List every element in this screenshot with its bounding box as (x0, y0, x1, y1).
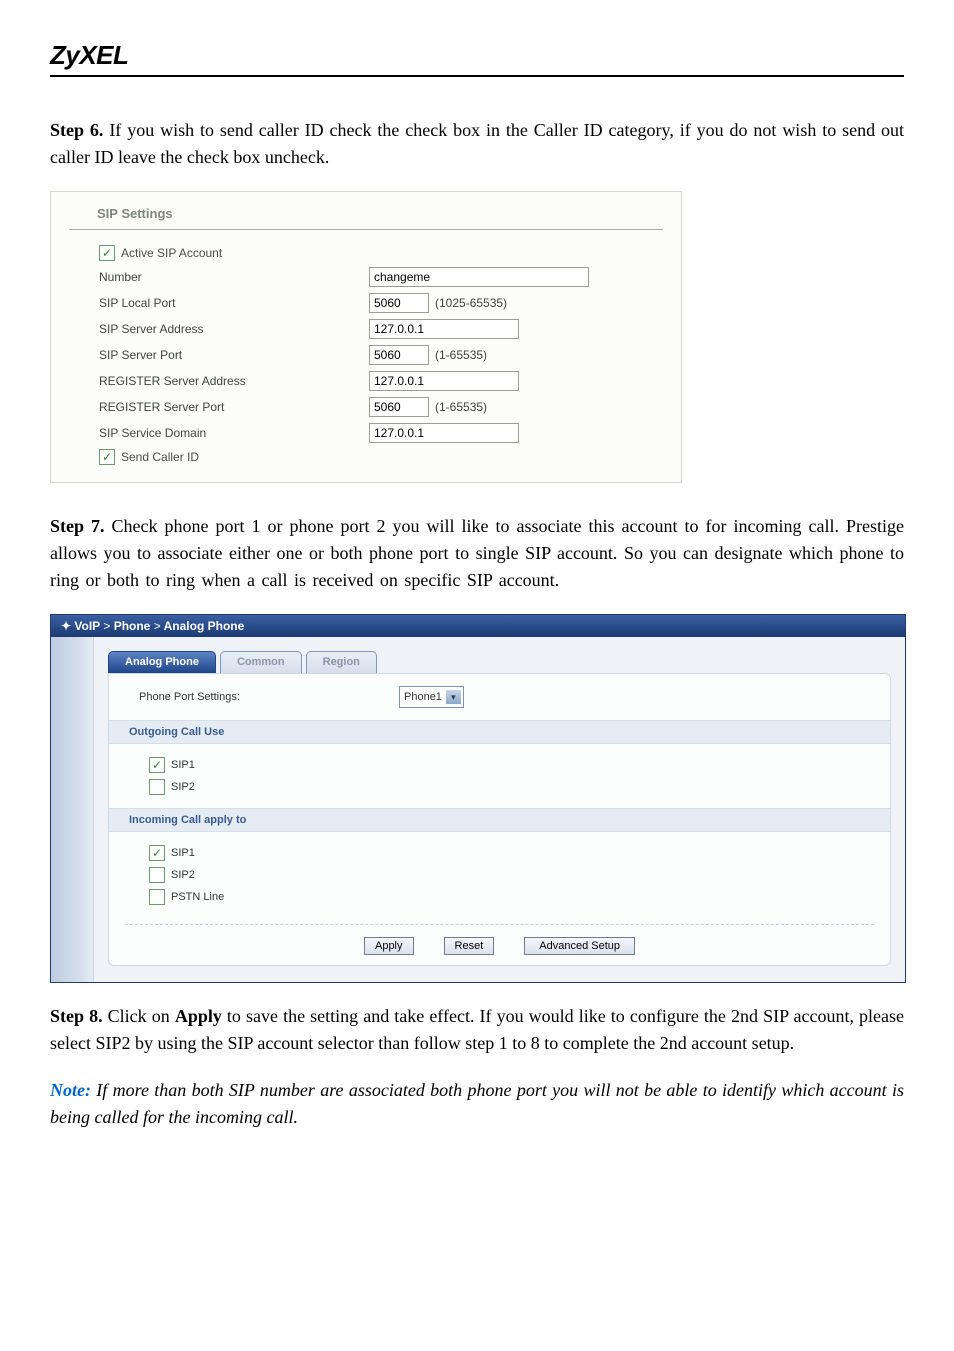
step8-paragraph: Step 8. Click on Apply to save the setti… (50, 1003, 904, 1057)
sip-server-port-range: (1-65535) (435, 348, 487, 362)
incoming-sip1-checkbox[interactable]: ✓ (149, 845, 165, 861)
step7-label: Step 7. (50, 516, 105, 536)
step8-apply-word: Apply (175, 1006, 222, 1026)
voip-breadcrumb-bar: ✦ VoIP > Phone > Analog Phone (51, 615, 905, 637)
active-sip-label: Active SIP Account (121, 246, 222, 260)
outgoing-sip2-checkbox[interactable] (149, 779, 165, 795)
register-server-port-input[interactable] (369, 397, 429, 417)
step8-text-a: Click on (108, 1006, 175, 1026)
voip-panel: ✦ VoIP > Phone > Analog Phone Analog Pho… (50, 614, 906, 983)
note-paragraph: Note: If more than both SIP number are a… (50, 1077, 904, 1131)
sip-server-port-label: SIP Server Port (99, 348, 369, 362)
register-server-address-label: REGISTER Server Address (99, 374, 369, 388)
breadcrumb-sep2: > (154, 619, 161, 633)
number-label: Number (99, 270, 369, 284)
incoming-sip2-checkbox[interactable] (149, 867, 165, 883)
step8-label: Step 8. (50, 1006, 103, 1026)
send-caller-id-checkbox[interactable]: ✓ (99, 449, 115, 465)
sip-service-domain-label: SIP Service Domain (99, 426, 369, 440)
breadcrumb-icon: ✦ (61, 619, 71, 633)
register-server-port-label: REGISTER Server Port (99, 400, 369, 414)
sip-local-port-label: SIP Local Port (99, 296, 369, 310)
outgoing-header: Outgoing Call Use (109, 720, 890, 744)
sip-server-address-input[interactable] (369, 319, 519, 339)
step6-text: If you wish to send caller ID check the … (50, 120, 904, 167)
active-sip-checkbox[interactable]: ✓ (99, 245, 115, 261)
sip-local-port-range: (1025-65535) (435, 296, 507, 310)
brand-logo: ZyXEL (50, 40, 904, 77)
tab-analog-phone[interactable]: Analog Phone (108, 651, 216, 673)
outgoing-sip1-label: SIP1 (171, 759, 195, 771)
sip-settings-panel: SIP Settings ✓ Active SIP Account Number… (50, 191, 682, 483)
register-server-address-input[interactable] (369, 371, 519, 391)
sip-local-port-input[interactable] (369, 293, 429, 313)
sip-server-address-label: SIP Server Address (99, 322, 369, 336)
incoming-sip1-label: SIP1 (171, 847, 195, 859)
tab-common[interactable]: Common (220, 651, 302, 673)
send-caller-id-label: Send Caller ID (121, 450, 199, 464)
advanced-setup-button[interactable]: Advanced Setup (524, 937, 635, 955)
register-server-port-range: (1-65535) (435, 400, 487, 414)
outgoing-sip1-checkbox[interactable]: ✓ (149, 757, 165, 773)
incoming-header: Incoming Call apply to (109, 808, 890, 832)
breadcrumb-sep1: > (103, 619, 110, 633)
step7-text: Check phone port 1 or phone port 2 you w… (50, 516, 904, 590)
reset-button[interactable]: Reset (444, 937, 495, 955)
voip-tabs: Analog Phone Common Region (94, 637, 905, 673)
sip-service-domain-input[interactable] (369, 423, 519, 443)
step6-paragraph: Step 6. If you wish to send caller ID ch… (50, 117, 904, 171)
note-label: Note: (50, 1080, 91, 1100)
step7-paragraph: Step 7. Check phone port 1 or phone port… (50, 513, 904, 594)
number-input[interactable] (369, 267, 589, 287)
incoming-pstn-checkbox[interactable] (149, 889, 165, 905)
phone-port-label: Phone Port Settings: (129, 691, 399, 703)
tab-region[interactable]: Region (306, 651, 377, 673)
phone-port-select[interactable]: Phone1 ▾ (399, 686, 464, 708)
apply-button[interactable]: Apply (364, 937, 414, 955)
note-text: If more than both SIP number are associa… (50, 1080, 904, 1127)
incoming-pstn-label: PSTN Line (171, 891, 224, 903)
voip-side-gradient (51, 637, 93, 982)
outgoing-sip2-label: SIP2 (171, 781, 195, 793)
sip-server-port-input[interactable] (369, 345, 429, 365)
incoming-sip2-label: SIP2 (171, 869, 195, 881)
step6-label: Step 6. (50, 120, 103, 140)
breadcrumb-phone[interactable]: Phone (114, 619, 151, 633)
chevron-down-icon: ▾ (446, 690, 461, 704)
breadcrumb-voip[interactable]: VoIP (74, 619, 100, 633)
phone-port-value: Phone1 (404, 691, 442, 703)
sip-settings-title: SIP Settings (69, 202, 663, 230)
breadcrumb-analog-phone[interactable]: Analog Phone (164, 619, 245, 633)
